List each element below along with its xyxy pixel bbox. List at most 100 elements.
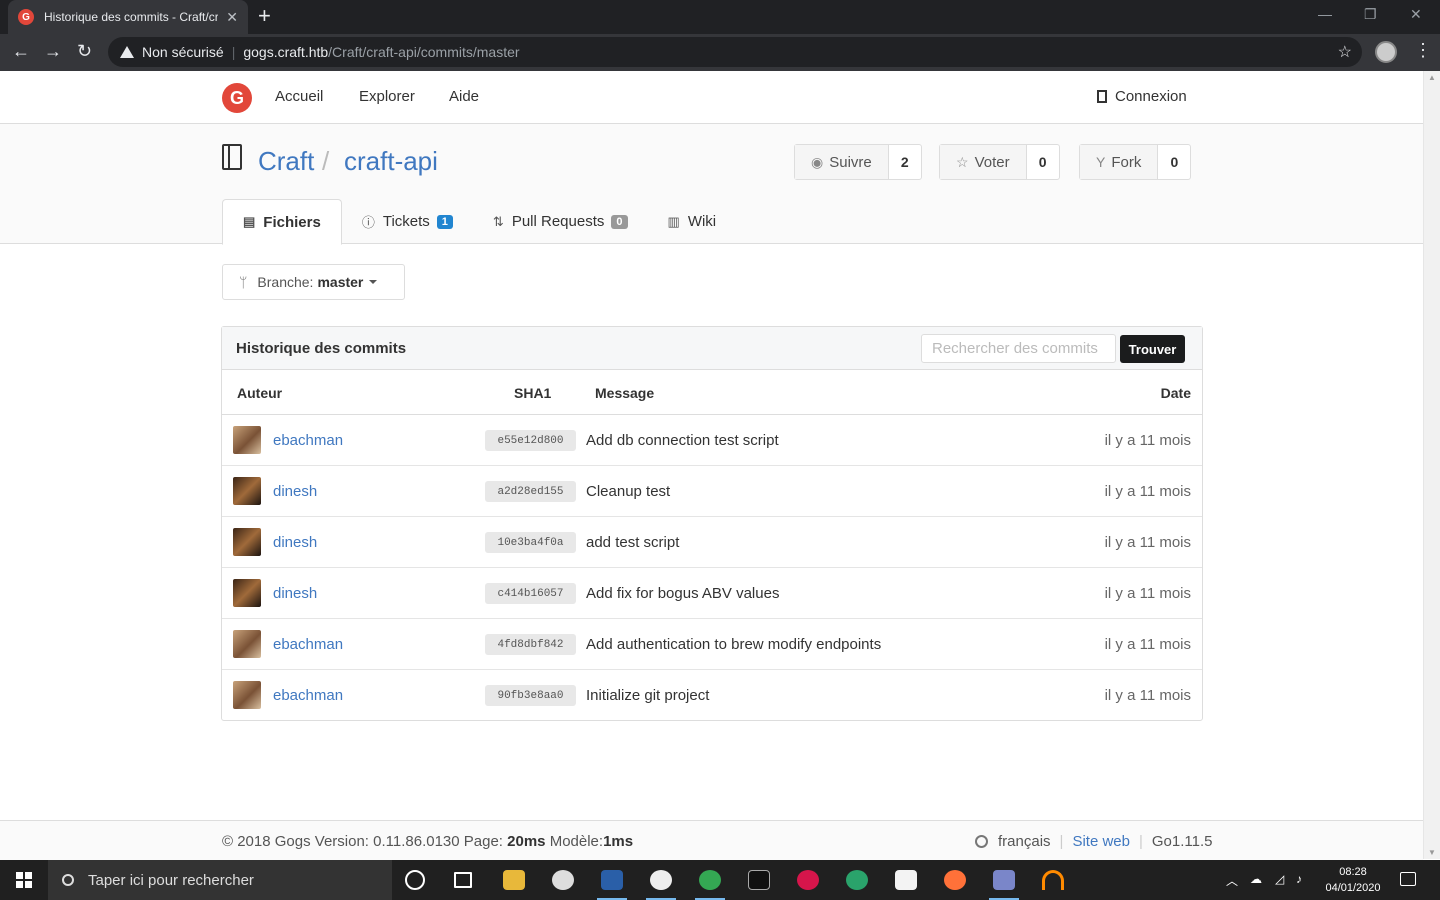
nav-explore[interactable]: Explorer — [359, 88, 415, 105]
watch-button-group: ◉ Suivre 2 — [794, 144, 922, 180]
column-author: Auteur — [237, 385, 283, 401]
tab-issues[interactable]: ⓘ Tickets 1 — [342, 199, 473, 244]
chrome-icon[interactable] — [695, 870, 725, 900]
url-host: gogs.craft.htb — [243, 44, 329, 60]
app-icon-3[interactable] — [797, 870, 819, 890]
commit-date: il y a 11 mois — [1104, 636, 1191, 653]
commit-sha-link[interactable]: 4fd8dbf842 — [485, 634, 576, 655]
author-avatar[interactable] — [233, 630, 261, 658]
back-icon[interactable]: ← — [12, 41, 30, 61]
nav-help[interactable]: Aide — [449, 88, 479, 105]
commit-row: ebachman e55e12d800 Add db connection te… — [222, 415, 1202, 466]
language-selector[interactable]: français — [998, 833, 1051, 850]
nav-home[interactable]: Accueil — [275, 88, 323, 105]
network-icon[interactable]: ◿ — [1275, 872, 1284, 886]
scroll-up-icon[interactable]: ▲ — [1428, 73, 1436, 82]
app-icon-1[interactable] — [552, 870, 574, 890]
author-avatar[interactable] — [233, 477, 261, 505]
taskbar-search-placeholder: Taper ici pour rechercher — [88, 871, 254, 889]
close-window-icon[interactable]: ✕ — [1410, 6, 1422, 23]
reload-icon[interactable]: ↻ — [77, 41, 92, 61]
author-avatar[interactable] — [233, 426, 261, 454]
app-icon-2[interactable] — [646, 870, 676, 900]
commit-sha-link[interactable]: c414b16057 — [485, 583, 576, 604]
file-explorer-icon[interactable] — [503, 870, 525, 890]
pull-requests-count-badge: 0 — [611, 214, 628, 229]
gogs-logo-icon[interactable]: G — [222, 83, 252, 113]
commit-author-link[interactable]: dinesh — [273, 585, 317, 602]
repo-owner-link[interactable]: Craft — [258, 146, 314, 177]
commit-author-link[interactable]: ebachman — [273, 687, 343, 704]
star-icon: ☆ — [956, 153, 969, 170]
fork-count[interactable]: 0 — [1158, 145, 1190, 179]
website-link[interactable]: Site web — [1072, 833, 1130, 850]
address-bar[interactable]: Non sécurisé | gogs.craft.htb /Craft/cra… — [108, 37, 1362, 67]
tab-files[interactable]: ▤ Fichiers — [222, 199, 342, 245]
powershell-icon[interactable] — [597, 870, 627, 900]
tab-pull-requests[interactable]: ⇅ Pull Requests 0 — [473, 199, 648, 244]
tray-chevron-icon[interactable]: ︿ — [1226, 872, 1238, 889]
branch-dropdown[interactable]: ᛘ Branche: master — [222, 264, 405, 300]
tab-wiki[interactable]: ▥ Wiki — [648, 199, 737, 244]
watch-count[interactable]: 2 — [889, 145, 921, 179]
star-label: Voter — [974, 153, 1010, 171]
branch-prefix: Branche: — [257, 274, 314, 290]
scroll-down-icon[interactable]: ▼ — [1428, 848, 1436, 857]
site-footer: © 2018 Gogs Version: 0.11.86.0130 Page: … — [0, 820, 1423, 860]
minimize-icon[interactable]: — — [1318, 6, 1332, 22]
app-icon-5[interactable] — [989, 870, 1019, 900]
commits-title: Historique des commits — [236, 340, 407, 357]
browser-menu-icon[interactable]: ⋮ — [1414, 40, 1432, 61]
commit-message: Add db connection test script — [586, 432, 779, 449]
forward-icon[interactable]: → — [44, 41, 62, 61]
commit-sha-link[interactable]: a2d28ed155 — [485, 481, 576, 502]
repo-path-separator: / — [322, 146, 330, 176]
browser-tab[interactable]: G Historique des commits - Craft/craft-a… — [8, 0, 248, 34]
find-button[interactable]: Trouver — [1120, 335, 1185, 363]
new-tab-button[interactable]: + — [258, 5, 271, 27]
login-link[interactable]: Connexion — [1097, 88, 1187, 105]
app-icon-6[interactable] — [1042, 870, 1064, 890]
author-avatar[interactable] — [233, 681, 261, 709]
issue-opened-icon: ⓘ — [361, 215, 375, 230]
bookmark-star-icon[interactable]: ☆ — [1338, 42, 1352, 62]
store-icon[interactable] — [895, 870, 917, 890]
system-clock[interactable]: 08:28 04/01/2020 — [1322, 864, 1384, 896]
commit-row: ebachman 90fb3e8aa0 Initialize git proje… — [222, 670, 1202, 721]
repo-tabs: ▤ Fichiers ⓘ Tickets 1 ⇅ Pull Requests 0… — [222, 199, 737, 245]
cloud-icon[interactable]: ☁ — [1250, 872, 1262, 886]
commit-author-link[interactable]: dinesh — [273, 483, 317, 500]
fork-button[interactable]: Y Fork — [1080, 145, 1159, 179]
eye-slash-icon: ◉ — [811, 153, 824, 170]
commit-author-link[interactable]: ebachman — [273, 636, 343, 653]
firefox-icon[interactable] — [944, 870, 966, 890]
commit-date: il y a 11 mois — [1104, 585, 1191, 602]
profile-avatar-icon[interactable] — [1375, 41, 1397, 63]
windows-start-icon[interactable] — [16, 872, 32, 888]
watch-button[interactable]: ◉ Suivre — [795, 145, 889, 179]
author-avatar[interactable] — [233, 528, 261, 556]
maximize-icon[interactable]: ❐ — [1364, 6, 1377, 23]
close-tab-icon[interactable]: ✕ — [226, 9, 238, 26]
repo-name-link[interactable]: craft-api — [344, 146, 438, 177]
star-button[interactable]: ☆ Voter — [940, 145, 1027, 179]
cortana-icon[interactable] — [405, 870, 425, 890]
watch-label: Suivre — [829, 153, 872, 171]
page-scrollbar[interactable]: ▲ ▼ — [1423, 71, 1440, 859]
commit-sha-link[interactable]: e55e12d800 — [485, 430, 576, 451]
star-count[interactable]: 0 — [1027, 145, 1059, 179]
commit-sha-link[interactable]: 90fb3e8aa0 — [485, 685, 576, 706]
terminal-icon[interactable] — [748, 870, 770, 890]
commit-sha-link[interactable]: 10e3ba4f0a — [485, 532, 576, 553]
volume-icon[interactable]: ♪ — [1296, 872, 1302, 886]
task-view-icon[interactable] — [454, 872, 472, 888]
book-icon: ▥ — [667, 213, 680, 229]
commit-author-link[interactable]: dinesh — [273, 534, 317, 551]
commit-search-input[interactable] — [921, 334, 1116, 363]
author-avatar[interactable] — [233, 579, 261, 607]
app-icon-4[interactable] — [846, 870, 868, 890]
sign-in-icon — [1097, 90, 1107, 103]
taskbar-search-box[interactable]: Taper ici pour rechercher — [48, 860, 392, 900]
notification-icon[interactable] — [1400, 872, 1416, 886]
commit-author-link[interactable]: ebachman — [273, 432, 343, 449]
